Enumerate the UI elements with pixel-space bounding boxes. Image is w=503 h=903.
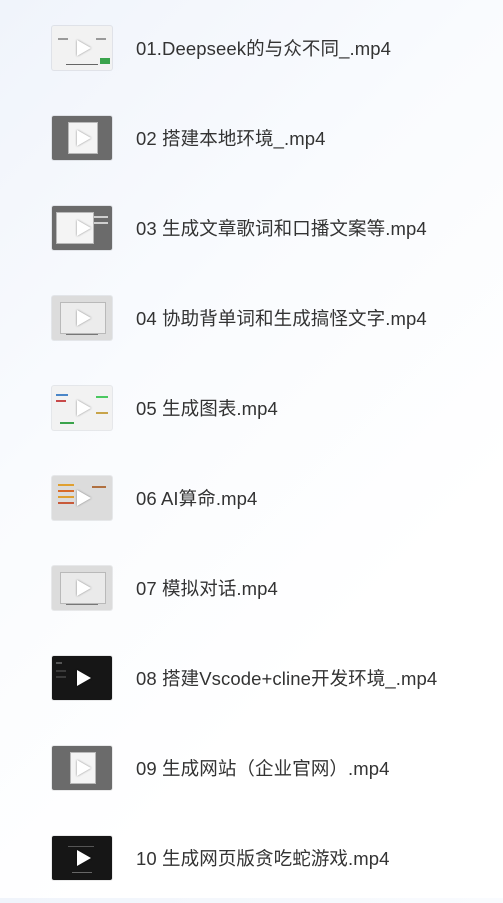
play-icon bbox=[77, 220, 91, 236]
thumbnail-detail bbox=[66, 334, 98, 335]
list-item-video-10[interactable]: 10 生成网页版贪吃蛇游戏.mp4 bbox=[0, 813, 503, 903]
video-thumbnail[interactable] bbox=[52, 296, 112, 340]
video-thumbnail[interactable] bbox=[52, 836, 112, 880]
thumbnail-detail bbox=[96, 412, 108, 414]
thumbnail-detail bbox=[56, 670, 66, 672]
thumbnail-detail bbox=[94, 222, 108, 224]
thumbnail-detail bbox=[96, 396, 108, 398]
list-item-video-03[interactable]: 03 生成文章歌词和口播文案等.mp4 bbox=[0, 183, 503, 273]
video-thumbnail[interactable] bbox=[52, 656, 112, 700]
thumbnail-detail bbox=[94, 216, 108, 218]
play-icon bbox=[77, 580, 91, 596]
video-thumbnail[interactable] bbox=[52, 476, 112, 520]
file-name[interactable]: 03 生成文章歌词和口播文案等.mp4 bbox=[136, 215, 427, 241]
play-icon bbox=[77, 40, 91, 56]
thumbnail-detail bbox=[66, 64, 98, 65]
thumbnail-detail bbox=[96, 38, 106, 40]
list-item-video-01[interactable]: 01.Deepseek的与众不同_.mp4 bbox=[0, 3, 503, 93]
file-name[interactable]: 05 生成图表.mp4 bbox=[136, 395, 278, 421]
file-name[interactable]: 04 协助背单词和生成搞怪文字.mp4 bbox=[136, 305, 427, 331]
thumbnail-detail bbox=[58, 490, 74, 492]
play-icon bbox=[77, 130, 91, 146]
thumbnail-detail bbox=[58, 502, 74, 504]
play-icon bbox=[77, 400, 91, 416]
thumbnail-detail bbox=[100, 58, 110, 64]
file-name[interactable]: 07 模拟对话.mp4 bbox=[136, 575, 278, 601]
video-thumbnail[interactable] bbox=[52, 746, 112, 790]
thumbnail-detail bbox=[72, 872, 92, 873]
thumbnail-detail bbox=[56, 662, 62, 664]
thumbnail-detail bbox=[60, 422, 74, 424]
thumbnail-detail bbox=[58, 484, 74, 486]
play-icon bbox=[77, 490, 91, 506]
thumbnail-detail bbox=[66, 604, 98, 605]
list-item-video-02[interactable]: 02 搭建本地环境_.mp4 bbox=[0, 93, 503, 183]
video-thumbnail[interactable] bbox=[52, 386, 112, 430]
video-thumbnail[interactable] bbox=[52, 116, 112, 160]
video-thumbnail[interactable] bbox=[52, 566, 112, 610]
thumbnail-detail bbox=[58, 38, 68, 40]
list-item-video-07[interactable]: 07 模拟对话.mp4 bbox=[0, 543, 503, 633]
file-name[interactable]: 10 生成网页版贪吃蛇游戏.mp4 bbox=[136, 845, 390, 871]
thumbnail-detail bbox=[56, 676, 66, 678]
list-item-video-05[interactable]: 05 生成图表.mp4 bbox=[0, 363, 503, 453]
thumbnail-detail bbox=[56, 400, 66, 402]
list-item-video-08[interactable]: 08 搭建Vscode+cline开发环境_.mp4 bbox=[0, 633, 503, 723]
file-name[interactable]: 09 生成网站（企业官网）.mp4 bbox=[136, 755, 390, 781]
file-name[interactable]: 01.Deepseek的与众不同_.mp4 bbox=[136, 35, 391, 61]
thumbnail-detail bbox=[92, 486, 106, 488]
play-icon bbox=[77, 310, 91, 326]
play-icon bbox=[77, 760, 91, 776]
file-name[interactable]: 06 AI算命.mp4 bbox=[136, 485, 257, 511]
file-name[interactable]: 02 搭建本地环境_.mp4 bbox=[136, 125, 326, 151]
thumbnail-detail bbox=[58, 496, 74, 498]
list-item-video-04[interactable]: 04 协助背单词和生成搞怪文字.mp4 bbox=[0, 273, 503, 363]
video-thumbnail[interactable] bbox=[52, 206, 112, 250]
video-thumbnail[interactable] bbox=[52, 26, 112, 70]
list-item-video-06[interactable]: 06 AI算命.mp4 bbox=[0, 453, 503, 543]
thumbnail-detail bbox=[56, 394, 68, 396]
list-item-video-09[interactable]: 09 生成网站（企业官网）.mp4 bbox=[0, 723, 503, 813]
thumbnail-detail bbox=[68, 846, 94, 847]
play-icon bbox=[77, 850, 91, 866]
file-name[interactable]: 08 搭建Vscode+cline开发环境_.mp4 bbox=[136, 665, 437, 691]
play-icon bbox=[77, 670, 91, 686]
video-file-list: 01.Deepseek的与众不同_.mp4 02 搭建本地环境_.mp4 03 … bbox=[0, 3, 503, 903]
